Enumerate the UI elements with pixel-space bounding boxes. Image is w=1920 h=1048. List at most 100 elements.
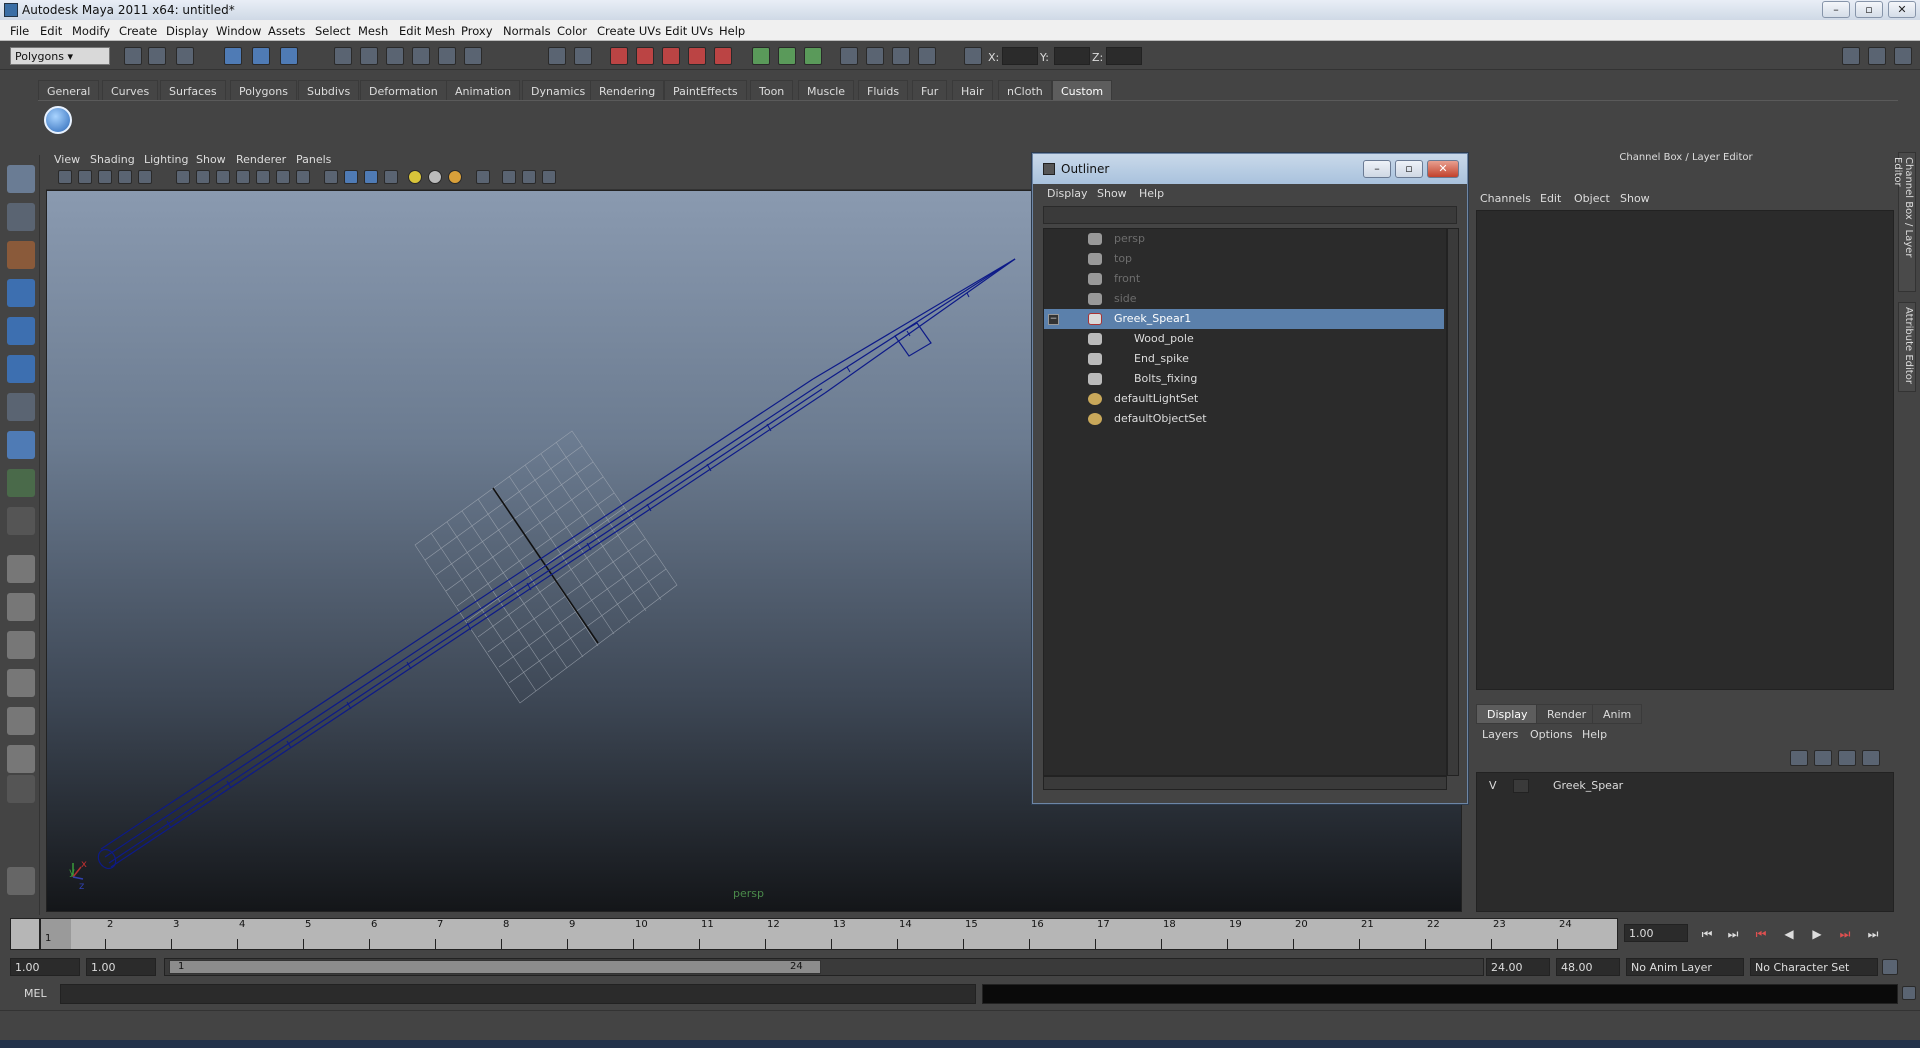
- animation-start-field[interactable]: 1.00: [10, 958, 80, 976]
- persp-graph-layout-icon[interactable]: [7, 669, 35, 697]
- wireframe-on-shaded-icon[interactable]: [364, 170, 378, 184]
- bookmark-icon[interactable]: [98, 170, 112, 184]
- step-back-key-button[interactable]: ⏭: [1722, 924, 1744, 944]
- isolate-select-icon[interactable]: [522, 170, 536, 184]
- outliner-item[interactable]: front: [1044, 269, 1444, 289]
- custom-layout-icon[interactable]: [7, 775, 35, 803]
- current-frame-marker[interactable]: 1: [39, 919, 71, 949]
- last-tool-icon[interactable]: [7, 507, 35, 535]
- layer-menu-options[interactable]: Options: [1530, 728, 1572, 741]
- shelf-tab-dynamics[interactable]: Dynamics: [522, 80, 595, 100]
- menu-assets[interactable]: Assets: [268, 24, 305, 38]
- menu-create[interactable]: Create: [119, 24, 157, 38]
- outliner-item[interactable]: Wood_pole: [1044, 329, 1444, 349]
- move-tool-icon[interactable]: [7, 279, 35, 307]
- outliner-item[interactable]: defaultObjectSet: [1044, 409, 1444, 429]
- four-view-layout-icon[interactable]: [7, 593, 35, 621]
- menu-edit-uvs[interactable]: Edit UVs: [665, 24, 713, 38]
- toggle-channel-box-icon[interactable]: [1842, 47, 1860, 65]
- viewport-menu-view[interactable]: View: [54, 153, 80, 166]
- layer-row[interactable]: V Greek_Spear: [1483, 777, 1883, 795]
- snap-view-plane-icon[interactable]: [412, 47, 430, 65]
- z-field[interactable]: [1106, 47, 1142, 65]
- menu-set-dropdown[interactable]: Polygons ▾: [10, 47, 110, 65]
- outliner-menu-show[interactable]: Show: [1097, 187, 1127, 200]
- shelf-tab-toon[interactable]: Toon: [750, 80, 794, 100]
- outliner-vertical-scrollbar[interactable]: [1447, 228, 1459, 776]
- shelf-tab-ncloth[interactable]: nCloth: [998, 80, 1052, 100]
- y-field[interactable]: [1054, 47, 1090, 65]
- persp-graph-hypershade-layout-icon[interactable]: [7, 745, 35, 773]
- textured-icon[interactable]: [384, 170, 398, 184]
- shelf-tab-polygons[interactable]: Polygons: [230, 80, 297, 100]
- snap-point-icon[interactable]: [386, 47, 404, 65]
- menu-file[interactable]: File: [10, 24, 29, 38]
- channel-box-menu-edit[interactable]: Edit: [1540, 192, 1561, 205]
- outliner-item[interactable]: top: [1044, 249, 1444, 269]
- menu-create-uvs[interactable]: Create UVs: [597, 24, 661, 38]
- menu-color[interactable]: Color: [557, 24, 587, 38]
- single-perspective-layout-icon[interactable]: [7, 555, 35, 583]
- field-chart-icon[interactable]: [256, 170, 270, 184]
- shelf-tab-fluids[interactable]: Fluids: [858, 80, 909, 100]
- xray-icon[interactable]: [476, 170, 490, 184]
- viewport-menu-panels[interactable]: Panels: [296, 153, 331, 166]
- show-tool-settings-icon[interactable]: [778, 47, 796, 65]
- make-live-icon[interactable]: [438, 47, 456, 65]
- menu-proxy[interactable]: Proxy: [461, 24, 493, 38]
- output-ops-icon[interactable]: [574, 47, 592, 65]
- outliner-horizontal-scrollbar[interactable]: [1043, 776, 1447, 790]
- outliner-item[interactable]: End_spike: [1044, 349, 1444, 369]
- viewport-menu-show[interactable]: Show: [196, 153, 226, 166]
- shelf-tab-painteffects[interactable]: PaintEffects: [664, 80, 747, 100]
- menu-select[interactable]: Select: [315, 24, 350, 38]
- scale-tool-icon[interactable]: [7, 355, 35, 383]
- snap-curve-icon[interactable]: [360, 47, 378, 65]
- lasso-tool-icon[interactable]: [7, 203, 35, 231]
- layer-menu-layers[interactable]: Layers: [1482, 728, 1518, 741]
- go-to-start-button[interactable]: ⏮: [1696, 924, 1718, 944]
- resolution-gate-icon[interactable]: [216, 170, 230, 184]
- grid-toggle-icon[interactable]: [176, 170, 190, 184]
- select-object-icon[interactable]: [252, 47, 270, 65]
- side-tab-attribute-editor[interactable]: Attribute Editor: [1898, 302, 1916, 392]
- persp-outliner-layout-icon[interactable]: [7, 631, 35, 659]
- render-settings-icon[interactable]: [714, 47, 732, 65]
- outliner-item-selected[interactable]: − Greek_Spear1: [1044, 309, 1444, 329]
- camera-icon[interactable]: [840, 47, 858, 65]
- layer-tab-display[interactable]: Display: [1476, 704, 1539, 724]
- relative-mode-icon[interactable]: [918, 47, 936, 65]
- layer-tab-render[interactable]: Render: [1536, 704, 1598, 724]
- new-layer-from-selected-icon[interactable]: [1862, 750, 1880, 766]
- outliner-item[interactable]: persp: [1044, 229, 1444, 249]
- all-lights-icon[interactable]: [428, 170, 442, 184]
- manipulator-tool-icon[interactable]: [7, 393, 35, 421]
- toggle-tool-settings-icon[interactable]: [1868, 47, 1886, 65]
- channel-box-menu-channels[interactable]: Channels: [1480, 192, 1531, 205]
- layer-visibility-toggle[interactable]: V: [1489, 779, 1497, 792]
- collapse-toggle[interactable]: −: [1048, 314, 1059, 325]
- auto-key-icon[interactable]: [1882, 959, 1898, 975]
- outliner-maximize-button[interactable]: ▫: [1395, 160, 1423, 178]
- help-icon[interactable]: [464, 47, 482, 65]
- layer-tab-anim[interactable]: Anim: [1592, 704, 1643, 724]
- new-empty-layer-icon[interactable]: [1838, 750, 1856, 766]
- shadows-icon[interactable]: [448, 170, 462, 184]
- playback-start-field[interactable]: 1.00: [86, 958, 156, 976]
- outliner-filter-field[interactable]: [1043, 206, 1457, 224]
- maximize-button[interactable]: ▫: [1855, 1, 1883, 18]
- shelf-tab-subdivs[interactable]: Subdivs: [298, 80, 360, 100]
- side-tab-channel-box[interactable]: Channel Box / Layer Editor: [1892, 152, 1916, 292]
- ipr-render-icon[interactable]: [688, 47, 706, 65]
- step-back-frame-button[interactable]: ⏮: [1750, 924, 1772, 944]
- menu-window[interactable]: Window: [216, 24, 261, 38]
- channel-box-menu-object[interactable]: Object: [1574, 192, 1610, 205]
- shelf-tab-deformation[interactable]: Deformation: [360, 80, 447, 100]
- shelf-tab-animation[interactable]: Animation: [446, 80, 521, 100]
- soft-mod-tool-icon[interactable]: [7, 431, 35, 459]
- render-view-icon[interactable]: [636, 47, 654, 65]
- outliner-item[interactable]: defaultLightSet: [1044, 389, 1444, 409]
- menu-display[interactable]: Display: [166, 24, 208, 38]
- render-frame-icon[interactable]: [662, 47, 680, 65]
- show-manipulator-icon[interactable]: [7, 469, 35, 497]
